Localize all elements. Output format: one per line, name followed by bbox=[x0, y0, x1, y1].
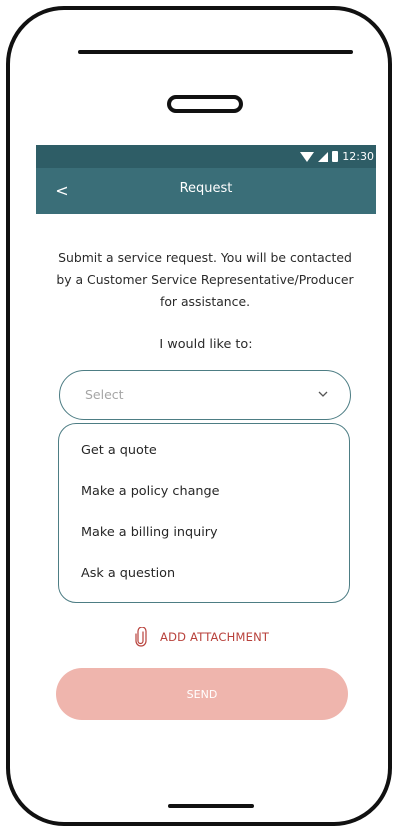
option-get-quote[interactable]: Get a quote bbox=[81, 443, 157, 458]
phone-top-bezel-line bbox=[78, 50, 353, 54]
app-screen: 12:30 < Request Submit a service request… bbox=[36, 145, 376, 765]
option-ask-question[interactable]: Ask a question bbox=[81, 566, 175, 581]
paperclip-icon bbox=[135, 627, 147, 647]
option-policy-change[interactable]: Make a policy change bbox=[81, 484, 220, 499]
app-bar: < Request bbox=[36, 168, 376, 214]
status-bar: 12:30 bbox=[36, 145, 376, 168]
add-attachment-label: ADD ATTACHMENT bbox=[160, 630, 270, 644]
add-attachment-button[interactable]: ADD ATTACHMENT bbox=[134, 627, 269, 647]
home-indicator bbox=[168, 804, 254, 808]
select-placeholder: Select bbox=[85, 387, 124, 402]
send-button[interactable]: SEND bbox=[56, 668, 348, 720]
select-prompt: I would like to: bbox=[159, 337, 253, 352]
wifi-icon bbox=[300, 151, 315, 162]
request-type-select[interactable]: Select bbox=[59, 370, 351, 420]
option-billing-inquiry[interactable]: Make a billing inquiry bbox=[81, 525, 218, 540]
battery-icon bbox=[332, 151, 339, 162]
request-description: Submit a service request. You will be co… bbox=[56, 250, 354, 309]
signal-icon bbox=[318, 151, 329, 162]
phone-speaker bbox=[167, 95, 243, 113]
request-type-options: Get a quote Make a policy change Make a … bbox=[58, 423, 350, 603]
status-icons: 12:30 bbox=[300, 145, 374, 168]
chevron-down-icon bbox=[318, 391, 328, 397]
page-title: Request bbox=[179, 181, 233, 196]
status-time: 12:30 bbox=[342, 150, 374, 163]
